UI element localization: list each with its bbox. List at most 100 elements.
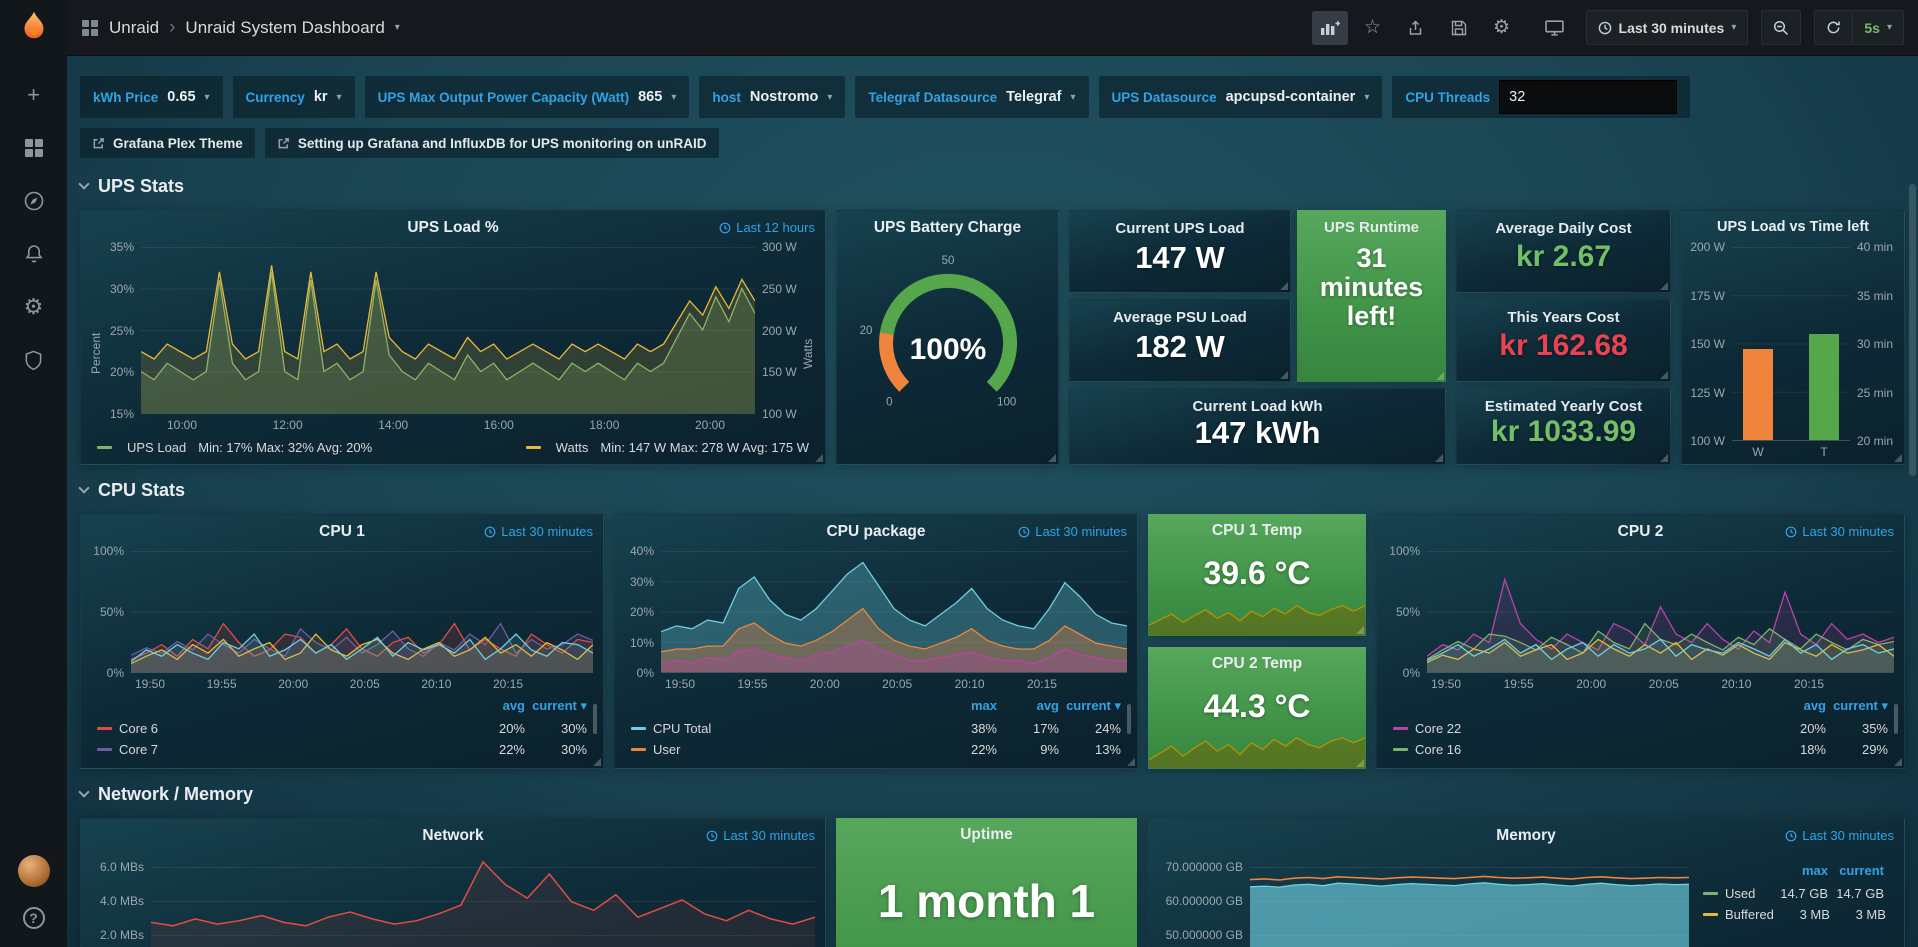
share-dashboard-button[interactable] xyxy=(1398,11,1434,45)
legend-row-core-22[interactable]: Core 2220%35% xyxy=(1393,718,1888,739)
panel-title[interactable]: Estimated Yearly Cost xyxy=(1485,398,1642,415)
legend-row-core-7[interactable]: Core 722%30% xyxy=(97,739,587,760)
section-header-network-memory[interactable]: Network / Memory xyxy=(80,784,1905,805)
legend-column-avg[interactable]: avg xyxy=(1764,698,1826,718)
legend-row-cpu-total[interactable]: CPU Total38%17%24% xyxy=(631,718,1121,739)
legend-value: 30% xyxy=(525,721,587,736)
panel-title[interactable]: This Years Cost xyxy=(1507,309,1619,326)
legend-item-watts[interactable]: Watts Min: 147 W Max: 278 W Avg: 175 W xyxy=(526,440,809,455)
panel-resize-handle[interactable] xyxy=(1894,758,1902,766)
legend-row-core-16[interactable]: Core 1618%29% xyxy=(1393,739,1888,760)
legend-column-avg[interactable]: avg xyxy=(463,698,525,718)
y-axis-right: 300 W250 W200 W150 W100 W xyxy=(755,247,801,414)
legend-column-current[interactable]: current ▾ xyxy=(525,698,587,718)
time-override-badge: Last 12 hours xyxy=(719,220,815,235)
dashboard-link-grafana-plex-theme[interactable]: Grafana Plex Theme xyxy=(80,128,255,158)
breadcrumb-folder[interactable]: Unraid xyxy=(109,18,159,38)
x-axis: 10:0012:0014:0016:0018:0020:00 xyxy=(141,414,755,437)
section-header-ups-stats[interactable]: UPS Stats xyxy=(80,176,1905,197)
panel-title[interactable]: CPU 1 Temp xyxy=(1148,522,1366,540)
legend-column-avg[interactable]: avg xyxy=(997,698,1059,718)
legend-scrollbar[interactable] xyxy=(1127,704,1131,734)
panel-resize-handle[interactable] xyxy=(1356,626,1364,634)
panel-resize-handle[interactable] xyxy=(1660,371,1668,379)
add-panel-button[interactable] xyxy=(1312,11,1348,45)
variable-telegraf-datasource[interactable]: Telegraf DatasourceTelegraf▾ xyxy=(855,76,1088,118)
refresh-interval-picker[interactable]: 5s ▾ xyxy=(1853,11,1903,44)
panel-title[interactable]: Average Daily Cost xyxy=(1495,220,1631,237)
variable-ups-max-output-power-capacity-watt[interactable]: UPS Max Output Power Capacity (Watt)865▾ xyxy=(365,76,690,118)
legend-scrollbar[interactable] xyxy=(593,704,597,734)
explore-compass-icon[interactable] xyxy=(21,188,47,214)
legend-row-core-6[interactable]: Core 620%30% xyxy=(97,718,587,739)
panel-title[interactable]: Current Load kWh xyxy=(1193,398,1323,415)
breadcrumb-dashboard-title[interactable]: Unraid System Dashboard xyxy=(185,18,384,38)
legend-column-current[interactable]: current ▾ xyxy=(1826,698,1888,718)
zoom-out-time-button[interactable] xyxy=(1762,11,1800,44)
dashboards-grid-icon[interactable] xyxy=(21,135,47,161)
panel-resize-handle[interactable] xyxy=(1356,759,1364,767)
axis-tick: 18:00 xyxy=(589,418,619,437)
panel-resize-handle[interactable] xyxy=(1436,372,1444,380)
y-axis-left: 70.000000 GB60.000000 GB50.000000 GB xyxy=(1156,855,1250,947)
refresh-dashboard-button[interactable] xyxy=(1815,11,1853,44)
chevron-down-icon: ▾ xyxy=(337,92,342,103)
legend-row-buffered[interactable]: Buffered3 MB3 MB xyxy=(1703,904,1884,925)
panel-title[interactable]: UPS Load % xyxy=(81,219,825,237)
panel-title[interactable]: CPU 2 Temp xyxy=(1148,655,1366,673)
panel-resize-handle[interactable] xyxy=(815,454,823,462)
cpu-package-chart xyxy=(661,551,1127,672)
variable-currency[interactable]: Currencykr▾ xyxy=(233,76,355,118)
variable-kwh-price[interactable]: kWh Price0.65▾ xyxy=(80,76,223,118)
help-icon[interactable]: ? xyxy=(23,907,45,929)
link-label: Grafana Plex Theme xyxy=(113,136,243,151)
server-admin-shield-icon[interactable] xyxy=(21,347,47,373)
variable-ups-datasource[interactable]: UPS Datasourceapcupsd-container▾ xyxy=(1099,76,1383,118)
panel-title[interactable]: Current UPS Load xyxy=(1115,220,1244,237)
panel-title[interactable]: UPS Load vs Time left xyxy=(1682,219,1904,235)
section-header-cpu-stats[interactable]: CPU Stats xyxy=(80,480,1905,501)
variable-cpu-threads[interactable]: CPU Threads xyxy=(1392,76,1690,118)
ups-load-chart xyxy=(141,247,755,413)
panel-resize-handle[interactable] xyxy=(1280,371,1288,379)
panel-title[interactable]: Average PSU Load xyxy=(1113,309,1247,326)
legend-column-max[interactable]: max xyxy=(1772,863,1828,883)
user-avatar[interactable] xyxy=(18,855,50,887)
legend-value: 14.7 GB xyxy=(1772,886,1828,901)
panel-resize-handle[interactable] xyxy=(1048,454,1056,462)
create-plus-icon[interactable]: + xyxy=(21,82,47,108)
variable-host[interactable]: hostNostromo▾ xyxy=(699,76,845,118)
star-dashboard-button[interactable]: ☆ xyxy=(1355,11,1391,45)
panel-title[interactable]: UPS Runtime xyxy=(1324,219,1419,236)
panel-resize-handle[interactable] xyxy=(1660,282,1668,290)
panel-resize-handle[interactable] xyxy=(1127,758,1135,766)
legend-column-max[interactable]: max xyxy=(935,698,997,718)
legend-row-user[interactable]: User22%9%13% xyxy=(631,739,1121,760)
legend-row-used[interactable]: Used14.7 GB14.7 GB xyxy=(1703,883,1884,904)
page-scrollbar[interactable] xyxy=(1909,184,1916,476)
alerting-bell-icon[interactable] xyxy=(21,241,47,267)
legend-item-ups-load[interactable]: UPS Load Min: 17% Max: 32% Avg: 20% xyxy=(97,440,372,455)
panel-title[interactable]: UPS Battery Charge xyxy=(837,219,1058,237)
configuration-gear-icon[interactable]: ⚙ xyxy=(21,294,47,320)
panel-resize-handle[interactable] xyxy=(1894,454,1902,462)
variable-input[interactable] xyxy=(1499,80,1677,114)
axis-tick: 20:05 xyxy=(882,677,912,696)
axis-tick: 20:00 xyxy=(695,418,725,437)
cycle-view-mode-button[interactable] xyxy=(1537,11,1573,45)
panel-resize-handle[interactable] xyxy=(1435,454,1443,462)
cpu-stats-row: CPU 1 Last 30 minutes 100%50%0% 19:50 xyxy=(80,514,1905,769)
dashboard-link-setting-up-grafana-and-influxdb-for-ups-[interactable]: Setting up Grafana and InfluxDB for UPS … xyxy=(265,128,719,158)
panel-title[interactable]: Uptime xyxy=(836,826,1137,844)
grafana-logo[interactable] xyxy=(0,0,67,56)
legend-column-current[interactable]: current ▾ xyxy=(1059,698,1121,718)
panel-resize-handle[interactable] xyxy=(1280,282,1288,290)
dashboard-squares-icon xyxy=(81,19,99,37)
panel-resize-handle[interactable] xyxy=(593,758,601,766)
legend-column-current[interactable]: current xyxy=(1828,863,1884,883)
panel-resize-handle[interactable] xyxy=(1660,454,1668,462)
save-dashboard-button[interactable] xyxy=(1441,11,1477,45)
legend-scrollbar[interactable] xyxy=(1894,704,1898,734)
dashboard-settings-button[interactable]: ⚙ xyxy=(1484,11,1520,45)
time-range-picker[interactable]: Last 30 minutes ▾ xyxy=(1587,11,1748,44)
